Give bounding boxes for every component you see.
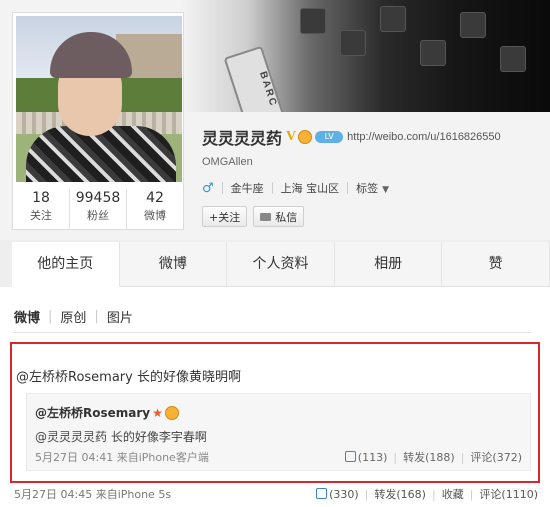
thumbs-up-icon [316,487,328,499]
quoted-like-button[interactable]: (113) [344,450,388,464]
cover-tile [300,8,326,34]
stat-posts-count: 42 [146,190,164,206]
chevron-down-icon: ▼ [382,185,390,195]
cover-image: BARC [180,0,550,112]
like-count: (330) [329,487,359,501]
quoted-actions: (113) | 转发(188) | 评论(372) [344,449,522,465]
quoted-author-name: @左桥桥Rosemary [35,406,151,420]
filter-weibo[interactable]: 微博 [14,307,40,326]
stat-posts[interactable]: 42 微博 [127,189,183,229]
emoji-badge-icon [164,405,179,420]
stat-followers-label: 粉丝 [87,209,109,222]
message-button-label: 私信 [275,210,298,224]
quoted-comment-button[interactable]: 评论(372) [470,449,522,465]
verified-badge-icon[interactable]: V [286,129,296,145]
message-button[interactable]: 私信 [253,206,305,227]
profile-name-row: 灵灵灵灵药 V LV http://weibo.com/u/1616826550 [202,127,501,148]
tab-likes[interactable]: 赞 [442,242,550,286]
follow-button[interactable]: +关注 [202,206,248,227]
watermark: 国际娱乐 [498,487,542,500]
profile-name: 灵灵灵灵药 [202,129,283,148]
quoted-author[interactable]: @左桥桥Rosemary ★ [35,404,179,421]
cover-tile [500,46,526,72]
filters-divider [12,332,532,333]
profile-tabs: 他的主页 微博 个人资料 相册 赞 [12,242,550,287]
profile-stats: 18 关注 99458 粉丝 42 微博 [13,189,183,229]
profile-meta: ♂ 金牛座 上海 宝山区 标签 ▼ [202,180,389,196]
zodiac: 金牛座 [230,182,264,195]
avatar-card: 18 关注 99458 粉丝 42 微博 [12,12,184,230]
tab-home[interactable]: 他的主页 [12,242,120,287]
filter-original[interactable]: 原创 [60,307,86,326]
cover-tile [380,6,406,32]
favorite-button[interactable]: 收藏 [442,486,464,502]
profile-url[interactable]: http://weibo.com/u/1616826550 [347,131,501,143]
cover-tile [340,30,366,56]
envelope-icon [260,212,272,221]
profile-actions: +关注 私信 [202,206,310,227]
level-badge-icon[interactable]: LV [315,131,344,143]
post-meta: 5月27日 04:45 来自iPhone 5s [14,488,172,501]
tab-weibo[interactable]: 微博 [120,242,228,286]
follow-button-label: +关注 [209,210,241,224]
male-icon: ♂ [202,180,214,196]
stat-following-label: 关注 [30,209,52,222]
cover-tile [460,12,486,38]
tags-dropdown[interactable]: 标签 ▼ [356,180,389,196]
tab-album[interactable]: 相册 [335,242,443,286]
quoted-like-count: (113) [357,450,388,464]
quoted-repost-button[interactable]: 转发(188) [403,449,455,465]
stat-posts-label: 微博 [144,209,166,222]
stat-following-count: 18 [32,190,50,206]
stat-followers[interactable]: 99458 粉丝 [70,189,127,229]
stat-following[interactable]: 18 关注 [13,189,70,229]
quoted-post: @左桥桥Rosemary ★ @灵灵灵灵药 长的好像李宇春啊 5月27日 04:… [26,393,531,471]
star-icon: ★ [152,405,163,420]
emoji-badge-icon[interactable] [298,130,313,144]
filter-images[interactable]: 图片 [107,307,133,326]
quoted-meta: 5月27日 04:41 来自iPhone客户端 [35,451,209,464]
cover-tile [420,40,446,66]
like-button[interactable]: (330) [316,487,359,501]
profile-subname: OMGAllen [202,156,253,168]
feed-filters: 微博 | 原创 | 图片 [14,307,133,326]
post-text: @左桥桥Rosemary 长的好像黄晓明啊 [16,370,241,385]
tab-profile-info[interactable]: 个人资料 [227,242,335,286]
repost-button[interactable]: 转发(168) [374,486,426,502]
quoted-text: @灵灵灵灵药 长的好像李宇春啊 [35,430,207,444]
tags-label: 标签 [356,182,379,195]
avatar[interactable] [16,16,182,182]
cover-plate: BARC [223,45,287,112]
location: 上海 宝山区 [280,182,340,195]
stat-followers-count: 99458 [75,190,121,206]
thumbs-up-icon [344,450,356,462]
